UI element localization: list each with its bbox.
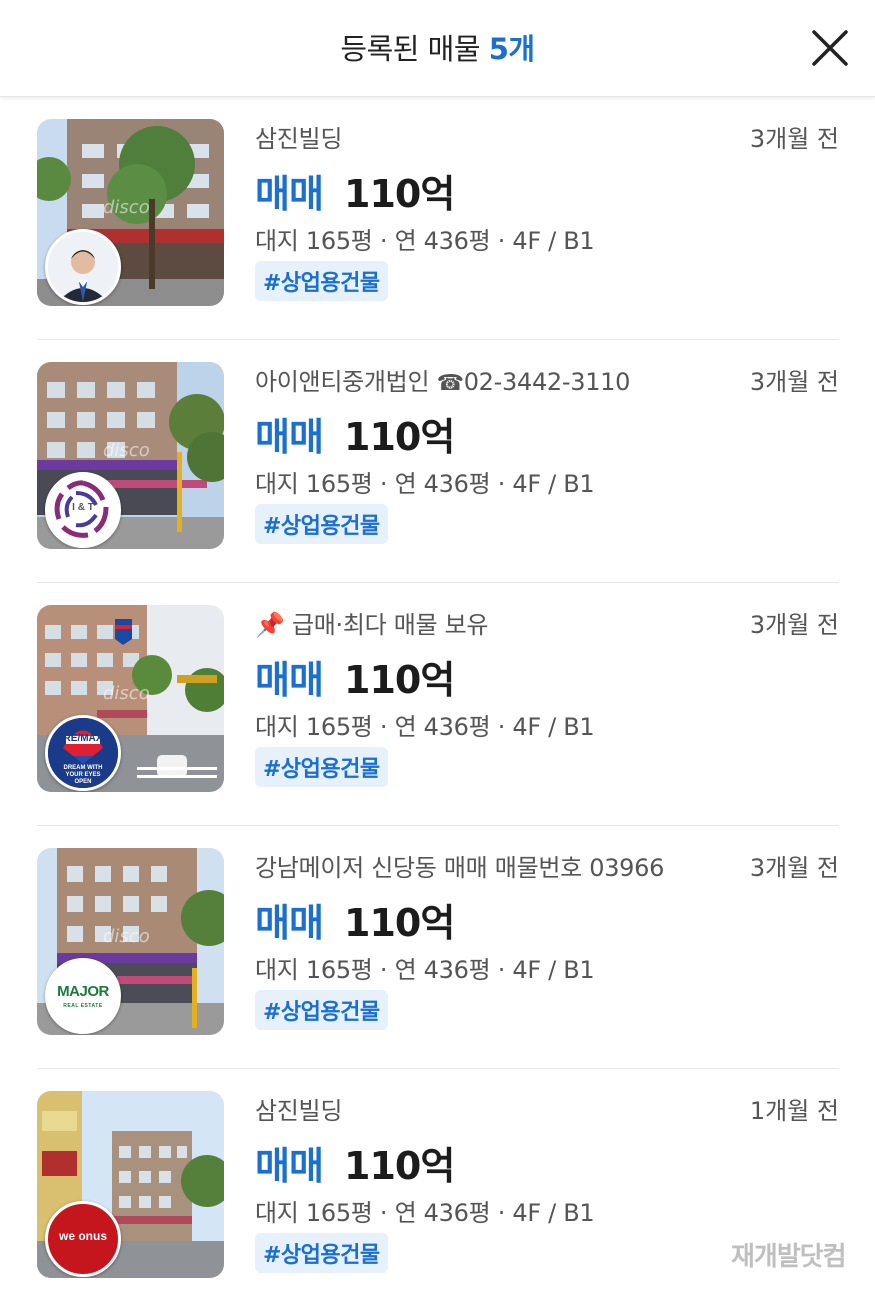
price-row: 매매 110억 [255,649,455,704]
agency-logo: I & T [45,472,121,548]
deal-type: 매매 [255,1144,324,1188]
agency-logo-text: MAJOR [57,983,109,1000]
listing-count: 5개 [488,32,535,66]
agency-logo-text: we onus [58,1229,107,1243]
agent-name: 삼진빌딩 [255,1097,343,1125]
category-tag[interactable]: #상업용건물 [255,990,388,1030]
header-bar: 등록된 매물 5개 [0,0,875,97]
price-row: 매매 110억 [255,892,455,947]
price-row: 매매 110억 [255,163,455,218]
listing-price: 110억 [344,901,455,945]
photo-watermark: disco [103,440,150,461]
deal-type: 매매 [255,901,324,945]
agent-phone[interactable]: 02-3442-3110 [464,368,631,396]
listing-price: 110억 [344,658,455,702]
agent-name: 아이앤티중개법인 [255,368,430,396]
deal-type: 매매 [255,658,324,702]
listing-item[interactable]: disco MAJOR REAL ESTATE 강남메이저 신당동 매매 매물번… [37,826,839,1069]
agency-logo: MAJOR REAL ESTATE [45,958,121,1034]
listing-time: 1개월 전 [749,1097,839,1125]
listing-price: 110억 [344,1144,455,1188]
category-tag[interactable]: #상업용건물 [255,747,388,787]
agency-logo-text: I & T [72,502,94,513]
listing-photo: we onus [37,1091,224,1278]
deal-type: 매매 [255,415,324,459]
listing-time: 3개월 전 [749,368,839,396]
listing-details: 대지 165평 · 연 436평 · 4F / B1 [255,227,595,255]
listing-photo: disco RE/MAX DREAM WITH YOUR EYES OPEN [37,605,224,792]
listing-item[interactable]: disco 삼진빌딩 3개월 전 매매 110억 대지 165평 · 연 436… [37,97,839,340]
listing-time: 3개월 전 [749,125,839,153]
price-row: 매매 110억 [255,1135,455,1190]
page-title: 등록된 매물 5개 [0,26,875,68]
agency-logo: we onus [45,1201,121,1277]
close-x-icon [812,30,848,66]
listing-photo: disco I & T [37,362,224,549]
listing-time: 3개월 전 [749,611,839,639]
site-watermark: 재개발닷컴 [731,1242,847,1272]
listing-item[interactable]: we onus 삼진빌딩 1개월 전 매매 110억 대지 165평 · 연 4… [37,1069,839,1311]
price-row: 매매 110억 [255,406,455,461]
listing-price: 110억 [344,415,455,459]
agency-logo-sub: REAL ESTATE [63,1003,103,1009]
phone-icon: ☎ [436,371,464,396]
category-tag[interactable]: #상업용건물 [255,1233,388,1273]
agent-avatar [45,229,121,305]
listing-item[interactable]: disco I & T 아이앤티중개법인 ☎02-3442-3110 3개월 전… [37,340,839,583]
close-button[interactable] [808,26,852,70]
listing-photo: disco MAJOR REAL ESTATE [37,848,224,1035]
listing-photo: disco [37,119,224,306]
agent-info: 아이앤티중개법인 ☎02-3442-3110 [255,362,630,397]
listing-details: 대지 165평 · 연 436평 · 4F / B1 [255,956,595,984]
listing-price: 110억 [344,172,455,216]
photo-watermark: disco [103,926,150,947]
agent-info: 📌 급매·최다 매물 보유 [255,605,488,640]
agent-name: 강남메이저 신당동 매매 매물번호 03966 [255,854,665,882]
agent-name: 삼진빌딩 [255,125,343,153]
pin-icon: 📌 [255,611,285,639]
listing-item[interactable]: disco RE/MAX DREAM WITH YOUR EYES OPEN 📌… [37,583,839,826]
photo-watermark: disco [103,197,150,218]
agent-name: 급매·최다 매물 보유 [291,611,489,639]
agency-slogan: DREAM WITH YOUR EYES OPEN [63,765,103,785]
listing-time: 3개월 전 [749,854,839,882]
agency-logo-text: RE/MAX [63,733,103,744]
listing-details: 대지 165평 · 연 436평 · 4F / B1 [255,470,595,498]
category-tag[interactable]: #상업용건물 [255,504,388,544]
listing-details: 대지 165평 · 연 436평 · 4F / B1 [255,1199,595,1227]
category-tag[interactable]: #상업용건물 [255,261,388,301]
photo-watermark: disco [103,683,150,704]
agency-logo: RE/MAX DREAM WITH YOUR EYES OPEN [45,715,121,791]
title-text: 등록된 매물 [340,32,481,66]
listing-details: 대지 165평 · 연 436평 · 4F / B1 [255,713,595,741]
deal-type: 매매 [255,172,324,216]
